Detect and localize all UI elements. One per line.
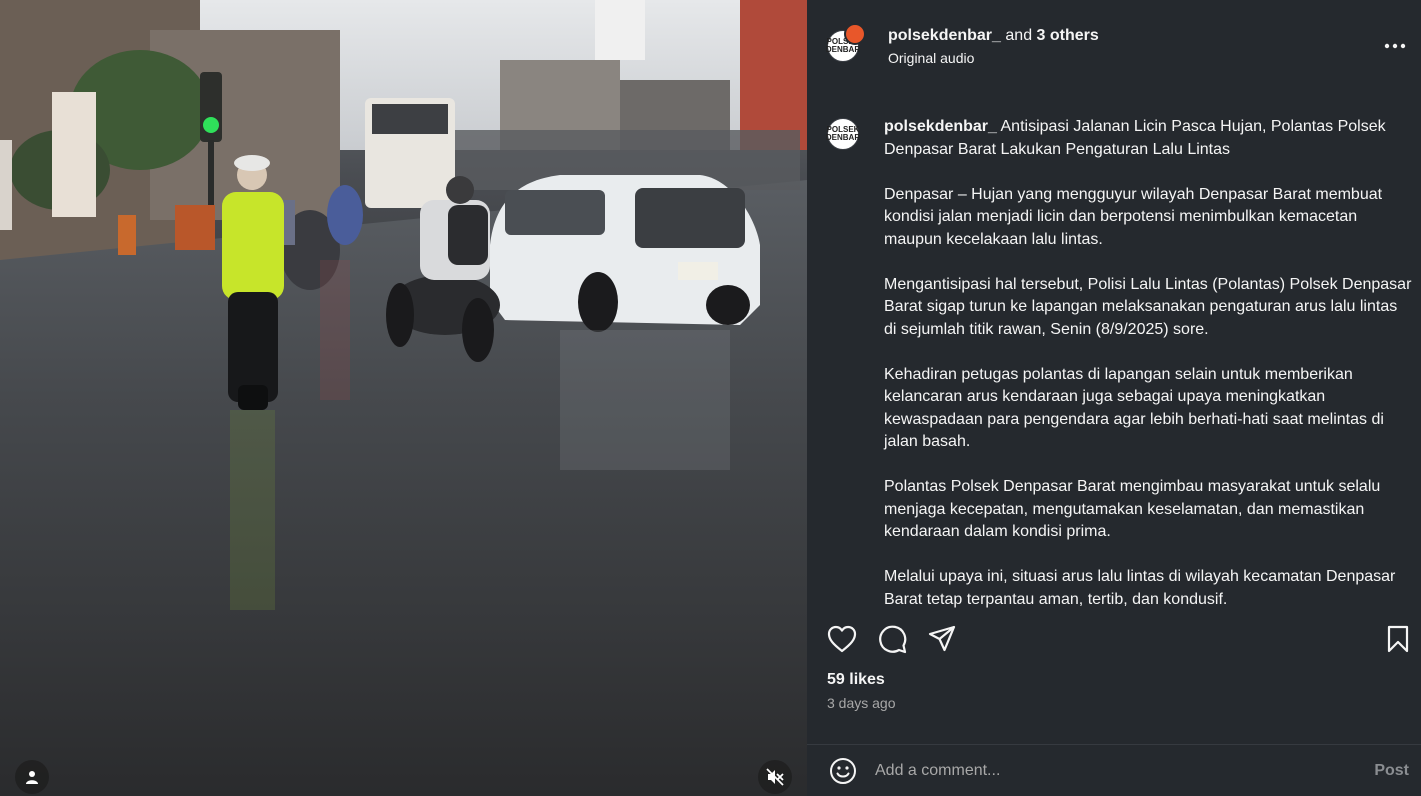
user-tag-icon — [26, 771, 38, 784]
post-viewer: POLSEK DENBAR polsekdenbar_ and 3 others… — [0, 0, 1421, 796]
author-username[interactable]: polsekdenbar_ — [888, 27, 1001, 44]
caption-author-avatar[interactable]: POLSEK DENBAR — [825, 118, 861, 150]
post-comment-button[interactable]: Post — [1370, 762, 1413, 780]
share-button[interactable] — [927, 624, 957, 654]
comment-input[interactable] — [875, 761, 1371, 780]
and-text: and — [1005, 26, 1033, 44]
collab-avatar — [844, 23, 866, 45]
comment-icon — [879, 625, 907, 654]
emoji-button[interactable] — [827, 755, 859, 787]
author-avatar[interactable]: POLSEK DENBAR — [826, 23, 866, 62]
caption-paragraph: Kehadiran petugas polantas di lapangan s… — [884, 365, 1384, 451]
comment-bar: Post — [807, 744, 1421, 796]
like-count[interactable]: 59 likes — [807, 661, 1421, 689]
caption-section: POLSEK DENBAR polsekdenbar_ Antisipasi J… — [807, 92, 1421, 617]
video-frame-image — [0, 0, 807, 796]
share-icon — [928, 625, 956, 652]
tagged-users-button[interactable] — [15, 760, 49, 794]
post-caption: polsekdenbar_ Antisipasi Jalanan Licin P… — [884, 116, 1414, 617]
avatar-logo-text: POLSEK DENBAR — [825, 125, 861, 142]
muted-speaker-icon — [766, 768, 784, 786]
heart-icon — [827, 625, 857, 653]
save-button[interactable] — [1383, 624, 1413, 654]
caption-paragraph: Polantas Polsek Denpasar Barat mengimbau… — [884, 478, 1381, 540]
bookmark-icon — [1387, 625, 1409, 653]
author-line: polsekdenbar_ and 3 others — [888, 27, 1099, 45]
collaborators-link[interactable]: 3 others — [1037, 27, 1099, 44]
more-options-button[interactable] — [1383, 34, 1407, 58]
audio-link[interactable]: Original audio — [888, 50, 1099, 66]
post-timestamp[interactable]: 3 days ago — [807, 689, 1421, 711]
more-icon — [1384, 43, 1406, 49]
like-button[interactable] — [827, 624, 857, 654]
caption-username[interactable]: polsekdenbar_ — [884, 118, 997, 135]
action-bar — [807, 617, 1421, 661]
emoji-icon — [830, 757, 856, 784]
post-side-panel: POLSEK DENBAR polsekdenbar_ and 3 others… — [807, 0, 1421, 796]
post-header: POLSEK DENBAR polsekdenbar_ and 3 others… — [807, 0, 1421, 92]
comment-button[interactable] — [877, 624, 907, 654]
post-video[interactable] — [0, 0, 807, 796]
mute-toggle-button[interactable] — [758, 760, 792, 794]
caption-paragraph: Denpasar – Hujan yang mengguyur wilayah … — [884, 185, 1383, 248]
caption-paragraph: Mengantisipasi hal tersebut, Polisi Lalu… — [884, 275, 1412, 338]
caption-paragraph: Melalui upaya ini, situasi arus lalu lin… — [884, 568, 1396, 608]
